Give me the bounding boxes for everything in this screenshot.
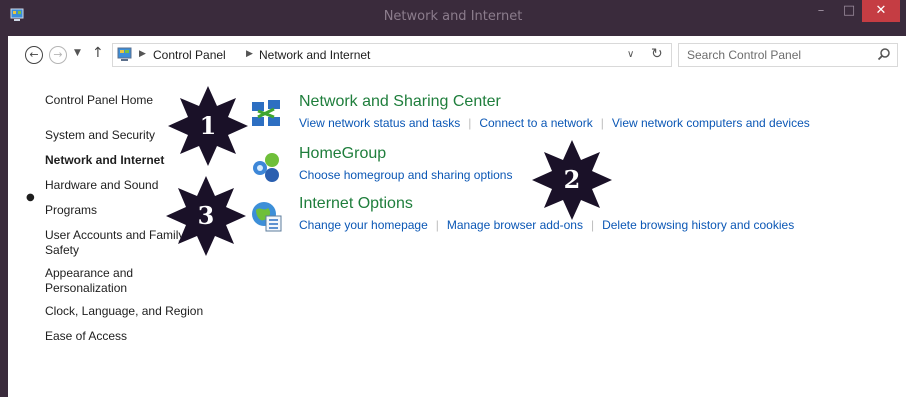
back-button[interactable]: ← xyxy=(25,46,43,64)
callout-star-3: 3 xyxy=(166,176,246,256)
category-links: Change your homepage | Manage browser add-… xyxy=(299,218,794,232)
link-separator: | xyxy=(590,218,595,232)
internet-options-icon xyxy=(252,202,282,232)
callout-star-1: 1 xyxy=(168,86,248,166)
breadcrumb-separator-icon[interactable]: ▶ xyxy=(139,49,146,59)
choose-homegroup-link[interactable]: Choose homegroup and sharing options xyxy=(299,168,512,182)
title-bar[interactable]: Network and Internet – □ ✕ xyxy=(0,0,906,36)
refresh-icon[interactable]: ↻ xyxy=(651,46,663,62)
search-box xyxy=(678,43,898,67)
control-panel-window: Network and Internet – □ ✕ ← → ▼ ↑ ▶ Con… xyxy=(0,0,906,397)
sidebar-item-appearance[interactable]: Appearance and Personalization xyxy=(45,266,155,296)
recent-locations-chevron-icon[interactable]: ▼ xyxy=(74,48,81,58)
client-area: ← → ▼ ↑ ▶ Control Panel ▶ Network and In… xyxy=(8,36,906,397)
manage-addons-link[interactable]: Manage browser add-ons xyxy=(447,218,583,232)
window-title: Network and Internet xyxy=(383,9,523,24)
sidebar-item-clock-language[interactable]: Clock, Language, and Region xyxy=(45,304,220,319)
close-button[interactable]: ✕ xyxy=(862,0,900,22)
search-input[interactable] xyxy=(679,44,877,66)
callout-label: 1 xyxy=(199,111,217,140)
search-icon[interactable] xyxy=(877,47,891,61)
breadcrumb-separator-icon[interactable]: ▶ xyxy=(246,49,253,59)
address-dropdown-chevron-icon[interactable]: ∨ xyxy=(627,49,634,60)
view-network-status-link[interactable]: View network status and tasks xyxy=(299,116,460,130)
breadcrumb-control-panel[interactable]: Control Panel xyxy=(153,48,226,62)
homegroup-icon xyxy=(253,153,279,182)
address-bar: ← → ▼ ↑ ▶ Control Panel ▶ Network and In… xyxy=(8,36,906,74)
minimize-button[interactable]: – xyxy=(808,0,834,22)
category-links: Choose homegroup and sharing options xyxy=(299,168,512,182)
category-title[interactable]: HomeGroup xyxy=(299,145,386,163)
connect-to-network-link[interactable]: Connect to a network xyxy=(479,116,592,130)
link-separator: | xyxy=(435,218,439,232)
change-homepage-link[interactable]: Change your homepage xyxy=(299,218,428,232)
sidebar-item-ease-of-access[interactable]: Ease of Access xyxy=(45,329,220,344)
callout-label: 3 xyxy=(197,201,215,230)
control-panel-icon xyxy=(117,47,132,61)
forward-button[interactable]: → xyxy=(49,46,67,64)
category-links: View network status and tasks | Connect to… xyxy=(299,116,810,130)
address-box[interactable]: ▶ Control Panel ▶ Network and Internet ∨… xyxy=(112,43,672,67)
breadcrumb-network-internet[interactable]: Network and Internet xyxy=(259,48,370,62)
callout-label: 2 xyxy=(563,165,581,194)
link-separator: | xyxy=(600,116,604,130)
maximize-button[interactable]: □ xyxy=(836,0,862,22)
callout-star-2: 2 xyxy=(532,140,612,220)
network-sharing-icon xyxy=(252,100,280,126)
category-title[interactable]: Network and Sharing Center xyxy=(299,93,501,111)
view-network-computers-link[interactable]: View network computers and devices xyxy=(612,116,810,130)
delete-browsing-history-link[interactable]: Delete browsing history and cookies xyxy=(602,218,794,232)
link-separator: | xyxy=(468,116,472,130)
up-arrow-icon[interactable]: ↑ xyxy=(92,45,104,61)
active-bullet-icon: ● xyxy=(26,192,35,203)
category-title[interactable]: Internet Options xyxy=(299,195,413,213)
